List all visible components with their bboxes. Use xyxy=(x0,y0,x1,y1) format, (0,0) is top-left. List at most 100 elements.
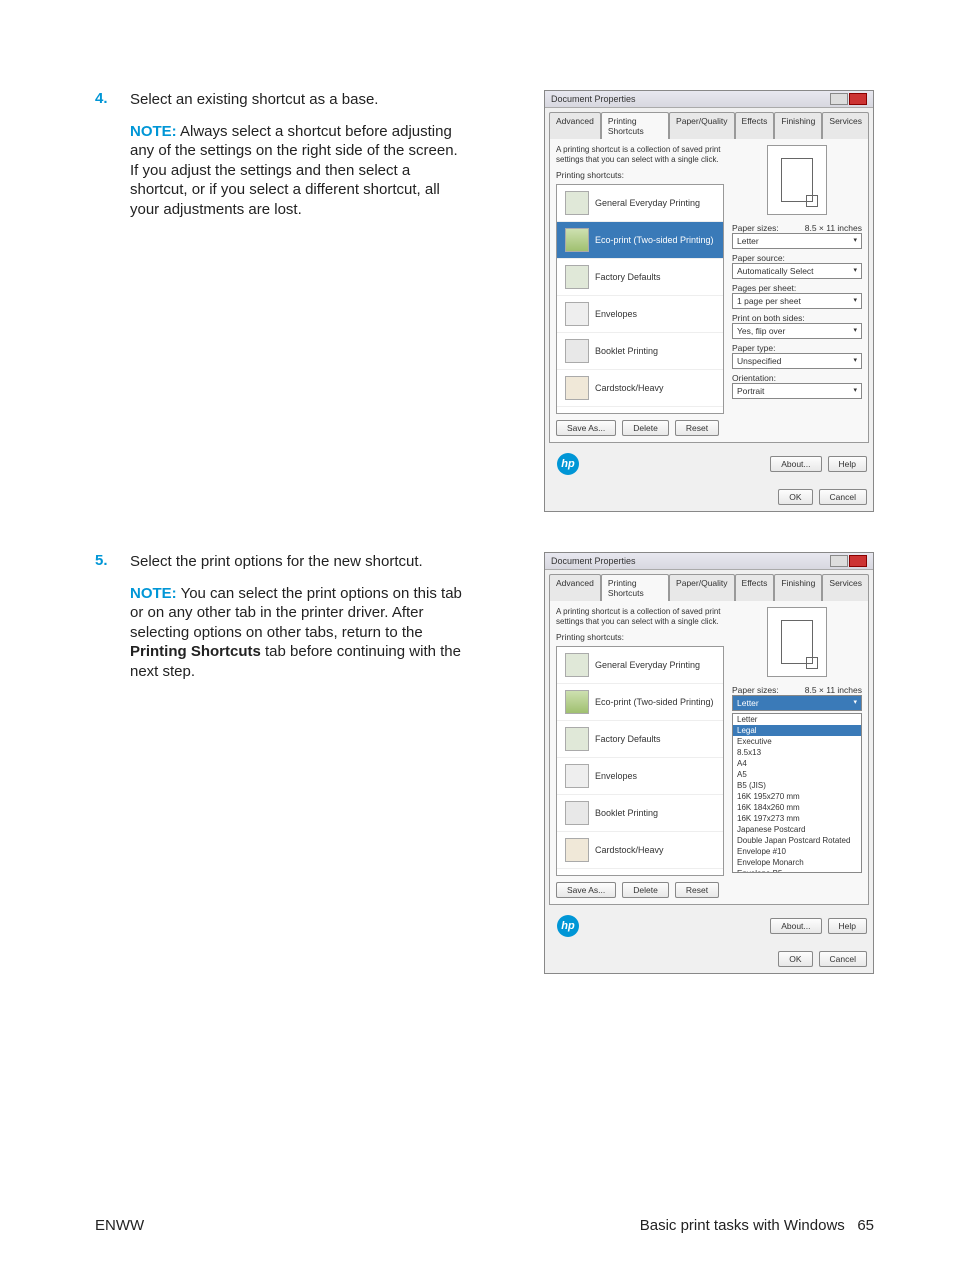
list-item[interactable]: Factory Defaults xyxy=(557,259,723,296)
save-as-button[interactable]: Save As... xyxy=(556,420,616,436)
shortcut-label: General Everyday Printing xyxy=(595,198,700,208)
paper-sizes-dropdown-list[interactable]: Letter Legal Executive 8.5x13 A4 A5 B5 (… xyxy=(732,713,862,873)
close-icon[interactable] xyxy=(849,555,867,567)
tabs: Advanced Printing Shortcuts Paper/Qualit… xyxy=(545,108,873,139)
tab-advanced[interactable]: Advanced xyxy=(549,574,601,601)
shortcut-icon xyxy=(565,653,589,677)
tab-printing-shortcuts[interactable]: Printing Shortcuts xyxy=(601,574,669,601)
tab-services[interactable]: Services xyxy=(822,574,869,601)
reset-button[interactable]: Reset xyxy=(675,882,719,898)
cancel-button[interactable]: Cancel xyxy=(819,489,867,505)
footer-left: ENWW xyxy=(95,1217,144,1234)
size-option[interactable]: 16K 195x270 mm xyxy=(733,791,861,802)
tab-printing-shortcuts[interactable]: Printing Shortcuts xyxy=(601,112,669,139)
shortcut-icon xyxy=(565,302,589,326)
shortcut-label: Booklet Printing xyxy=(595,808,658,818)
titlebar: Document Properties xyxy=(545,91,873,108)
footer-right: Basic print tasks with Windows 65 xyxy=(640,1217,874,1234)
size-option[interactable]: Envelope Monarch xyxy=(733,857,861,868)
minimize-icon[interactable] xyxy=(830,555,848,567)
tab-paper-quality[interactable]: Paper/Quality xyxy=(669,574,735,601)
shortcut-icon xyxy=(565,727,589,751)
tab-paper-quality[interactable]: Paper/Quality xyxy=(669,112,735,139)
size-option[interactable]: 16K 184x260 mm xyxy=(733,802,861,813)
size-option[interactable]: Envelope B5 xyxy=(733,868,861,873)
size-option[interactable]: 16K 197x273 mm xyxy=(733,813,861,824)
delete-button[interactable]: Delete xyxy=(622,882,669,898)
close-icon[interactable] xyxy=(849,93,867,105)
pages-per-sheet-label: Pages per sheet: xyxy=(732,283,862,293)
list-item[interactable]: Booklet Printing xyxy=(557,333,723,370)
shortcut-label: Envelopes xyxy=(595,309,637,319)
about-button[interactable]: About... xyxy=(770,456,821,472)
help-button[interactable]: Help xyxy=(828,456,867,472)
list-item[interactable]: General Everyday Printing xyxy=(557,185,723,222)
list-item[interactable]: Envelopes xyxy=(557,758,723,795)
size-option[interactable]: A4 xyxy=(733,758,861,769)
shortcut-icon xyxy=(565,838,589,862)
shortcut-list[interactable]: General Everyday Printing Eco-print (Two… xyxy=(556,184,724,414)
print-both-sides-label: Print on both sides: xyxy=(732,313,862,323)
note-label: NOTE: xyxy=(130,123,177,140)
paper-source-select[interactable]: Automatically Select xyxy=(732,263,862,279)
size-option[interactable]: Executive xyxy=(733,736,861,747)
list-item[interactable]: Cardstock/Heavy xyxy=(557,370,723,407)
shortcut-icon xyxy=(565,339,589,363)
save-as-button[interactable]: Save As... xyxy=(556,882,616,898)
paper-type-select[interactable]: Unspecified xyxy=(732,353,862,369)
print-both-sides-select[interactable]: Yes, flip over xyxy=(732,323,862,339)
about-button[interactable]: About... xyxy=(770,918,821,934)
orientation-select[interactable]: Portrait xyxy=(732,383,862,399)
paper-sizes-label: Paper sizes:8.5 × 11 inches xyxy=(732,223,862,233)
shortcut-icon xyxy=(565,764,589,788)
paper-sizes-select[interactable]: Letter xyxy=(732,695,862,711)
cancel-button[interactable]: Cancel xyxy=(819,951,867,967)
shortcut-label: Eco-print (Two-sided Printing) xyxy=(595,235,714,245)
shortcut-icon xyxy=(565,376,589,400)
dialog-title: Document Properties xyxy=(551,556,636,566)
size-option[interactable]: Double Japan Postcard Rotated xyxy=(733,835,861,846)
minimize-icon[interactable] xyxy=(830,93,848,105)
intro-text: A printing shortcut is a collection of s… xyxy=(556,607,724,626)
help-button[interactable]: Help xyxy=(828,918,867,934)
size-option[interactable]: Envelope #10 xyxy=(733,846,861,857)
dialog-title: Document Properties xyxy=(551,94,636,104)
tab-services[interactable]: Services xyxy=(822,112,869,139)
size-option[interactable]: Legal xyxy=(733,725,861,736)
pages-per-sheet-select[interactable]: 1 page per sheet xyxy=(732,293,862,309)
shortcut-label: Factory Defaults xyxy=(595,734,661,744)
tab-finishing[interactable]: Finishing xyxy=(774,112,822,139)
list-item[interactable]: General Everyday Printing xyxy=(557,647,723,684)
ok-button[interactable]: OK xyxy=(778,951,812,967)
reset-button[interactable]: Reset xyxy=(675,420,719,436)
tab-advanced[interactable]: Advanced xyxy=(549,112,601,139)
tab-effects[interactable]: Effects xyxy=(735,574,775,601)
size-option[interactable]: B5 (JIS) xyxy=(733,780,861,791)
list-item[interactable]: Factory Defaults xyxy=(557,721,723,758)
tab-finishing[interactable]: Finishing xyxy=(774,574,822,601)
size-option[interactable]: 8.5x13 xyxy=(733,747,861,758)
shortcut-label: Cardstock/Heavy xyxy=(595,845,664,855)
step-5-note: NOTE: You can select the print options o… xyxy=(130,584,470,682)
delete-button[interactable]: Delete xyxy=(622,420,669,436)
shortcut-icon xyxy=(565,690,589,714)
list-item[interactable]: Eco-print (Two-sided Printing) xyxy=(557,222,723,259)
list-item[interactable]: Cardstock/Heavy xyxy=(557,832,723,869)
shortcut-icon xyxy=(565,265,589,289)
list-item[interactable]: Envelopes xyxy=(557,296,723,333)
size-option[interactable]: Japanese Postcard xyxy=(733,824,861,835)
size-option[interactable]: Letter xyxy=(733,714,861,725)
shortcut-list[interactable]: General Everyday Printing Eco-print (Two… xyxy=(556,646,724,876)
shortcut-label: Factory Defaults xyxy=(595,272,661,282)
step-4-note: NOTE: Always select a shortcut before ad… xyxy=(130,122,470,220)
paper-sizes-label: Paper sizes:8.5 × 11 inches xyxy=(732,685,862,695)
tab-effects[interactable]: Effects xyxy=(735,112,775,139)
list-item[interactable]: Booklet Printing xyxy=(557,795,723,832)
ok-button[interactable]: OK xyxy=(778,489,812,505)
size-option[interactable]: A5 xyxy=(733,769,861,780)
paper-type-label: Paper type: xyxy=(732,343,862,353)
shortcut-icon xyxy=(565,191,589,215)
list-item[interactable]: Eco-print (Two-sided Printing) xyxy=(557,684,723,721)
paper-sizes-select[interactable]: Letter xyxy=(732,233,862,249)
preview xyxy=(767,607,827,677)
